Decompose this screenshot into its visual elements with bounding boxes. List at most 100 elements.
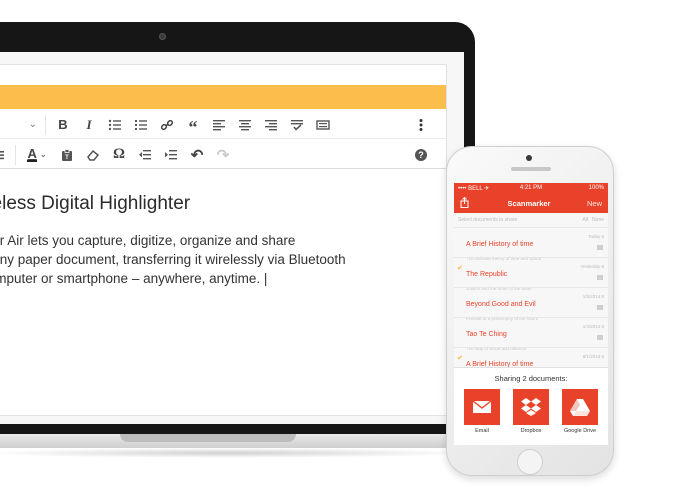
- bullet-list-button[interactable]: [102, 114, 128, 136]
- rich-text-editor: aph ⌄ B I “: [0, 64, 447, 416]
- app-title: Scanmarker: [507, 198, 551, 208]
- align-left-button[interactable]: [206, 114, 232, 136]
- note-icon: [597, 305, 603, 310]
- more-options-button[interactable]: [408, 114, 434, 136]
- indent-button[interactable]: [158, 144, 184, 166]
- format-select[interactable]: aph ⌄: [0, 114, 41, 136]
- nav-bar: Scanmarker New: [454, 193, 608, 213]
- spellcheck-button[interactable]: [284, 114, 310, 136]
- numbered-list-button[interactable]: [128, 114, 154, 136]
- document-body[interactable]: rker Air lets you capture, digitize, org…: [0, 231, 451, 288]
- outdent-button[interactable]: [132, 144, 158, 166]
- list-item[interactable]: Beyond Good and Evil 1/5/2014 8 Prelude …: [454, 287, 608, 321]
- phone-screen: •••• BELL ✈ 4:21 PM 100% Scanmarker New …: [454, 183, 608, 445]
- outdent-icon: [139, 149, 151, 159]
- special-char-button[interactable]: Ω: [106, 144, 132, 166]
- document-date: 1/5/2014 8: [582, 294, 604, 299]
- share-dropbox-button[interactable]: Dropbox: [513, 389, 549, 434]
- laptop-camera: [159, 33, 166, 40]
- document-title: A Brief History of time: [466, 241, 534, 248]
- check-icon: ✔: [457, 355, 463, 362]
- editor-toolbar-row-1: aph ⌄ B I “: [0, 111, 446, 139]
- body-line-2: n any paper document, transferring it wi…: [0, 252, 346, 267]
- paste-text-button[interactable]: T: [54, 144, 80, 166]
- text-color-icon: A: [27, 145, 37, 162]
- share-google-drive-label: Google Drive: [563, 428, 597, 434]
- phone: •••• BELL ✈ 4:21 PM 100% Scanmarker New …: [446, 146, 614, 476]
- numbered-list-icon: [135, 119, 147, 130]
- share-tile: [562, 389, 598, 425]
- note-icon: [597, 335, 603, 340]
- list-item[interactable]: A Brief History of time Today 8 The ulti…: [454, 227, 608, 261]
- share-panel-title: Sharing 2 documents:: [494, 374, 568, 383]
- help-button[interactable]: ?: [408, 144, 434, 166]
- eraser-button[interactable]: [80, 144, 106, 166]
- document-date: 1/4/2014 8: [582, 324, 604, 329]
- redo-icon: ↷: [216, 146, 230, 164]
- chevron-down-icon: ⌄: [39, 150, 47, 159]
- keyboard-button[interactable]: [310, 114, 336, 136]
- share-dropbox-label: Dropbox: [520, 428, 542, 434]
- clock-label: 4:21 PM: [519, 185, 543, 191]
- share-google-drive-button[interactable]: Google Drive: [562, 389, 598, 434]
- document-date: 8/1/2013 8: [582, 354, 604, 359]
- italic-icon: I: [86, 116, 92, 132]
- align-right-button[interactable]: [258, 114, 284, 136]
- laptop-screen: aph ⌄ B I “: [0, 52, 464, 424]
- chevron-down-icon: ⌄: [28, 119, 37, 130]
- battery-label: 100%: [588, 185, 605, 191]
- horizontal-rule-button[interactable]: [0, 144, 11, 166]
- text-color-button[interactable]: A ⌄: [20, 144, 54, 166]
- special-char-icon: Ω: [112, 146, 125, 162]
- blockquote-button[interactable]: “: [180, 114, 206, 137]
- more-vertical-icon: [419, 118, 423, 131]
- align-center-icon: [239, 119, 251, 130]
- eraser-icon: [87, 149, 100, 161]
- link-button[interactable]: [154, 114, 180, 136]
- bold-button[interactable]: B: [50, 114, 76, 136]
- share-email-label: Email: [475, 428, 489, 434]
- home-button[interactable]: [517, 449, 543, 475]
- redo-button[interactable]: ↷: [210, 144, 236, 166]
- document-title: The Republic: [466, 271, 508, 278]
- undo-button[interactable]: ↶: [184, 144, 210, 166]
- dropbox-icon: [521, 398, 541, 416]
- select-documents-label: Select documents to share: [458, 217, 518, 223]
- body-line-3: computer or smartphone – anywhere, anyti…: [0, 271, 268, 286]
- document-list: A Brief History of time Today 8 The ulti…: [454, 227, 608, 377]
- carrier-label: •••• BELL ✈: [458, 185, 490, 192]
- align-center-button[interactable]: [232, 114, 258, 136]
- spellcheck-icon: [291, 119, 303, 131]
- status-bar: •••• BELL ✈ 4:21 PM 100%: [454, 183, 608, 193]
- laptop-notch: [120, 434, 296, 442]
- note-icon: [597, 275, 603, 280]
- laptop-shadow: [0, 448, 475, 458]
- align-left-icon: [213, 119, 225, 130]
- share-button[interactable]: [460, 196, 474, 210]
- link-icon: [160, 119, 174, 130]
- share-tile: [464, 389, 500, 425]
- share-email-button[interactable]: Email: [464, 389, 500, 434]
- note-icon: [597, 245, 603, 250]
- google-drive-icon: [570, 399, 590, 416]
- phone-speaker: [511, 167, 551, 171]
- horizontal-rule-icon: [0, 150, 4, 159]
- select-none-button[interactable]: None: [592, 217, 604, 223]
- document-title[interactable]: ireless Digital Highlighter: [0, 193, 190, 215]
- share-panel: Sharing 2 documents: Email Dropbox Googl…: [454, 367, 608, 445]
- document-title: Tao Te Ching: [466, 331, 507, 338]
- keyboard-icon: [316, 119, 330, 130]
- document-date: Yesterday 8: [580, 264, 604, 269]
- list-item[interactable]: Tao Te Ching 1/4/2014 8 The way of virtu…: [454, 317, 608, 351]
- help-icon: ?: [415, 148, 427, 161]
- svg-text:T: T: [65, 155, 69, 161]
- list-item[interactable]: ✔ The Republic Yesterday 8 Justice and t…: [454, 257, 608, 291]
- new-button[interactable]: New: [584, 199, 602, 208]
- select-all-button[interactable]: All: [582, 217, 588, 223]
- italic-button[interactable]: I: [76, 114, 102, 136]
- toolbar-separator: [45, 114, 46, 135]
- share-options: Email Dropbox Google Drive: [454, 389, 608, 434]
- list-header: Select documents to share All None: [454, 213, 608, 227]
- undo-icon: ↶: [190, 146, 204, 164]
- share-tile: [513, 389, 549, 425]
